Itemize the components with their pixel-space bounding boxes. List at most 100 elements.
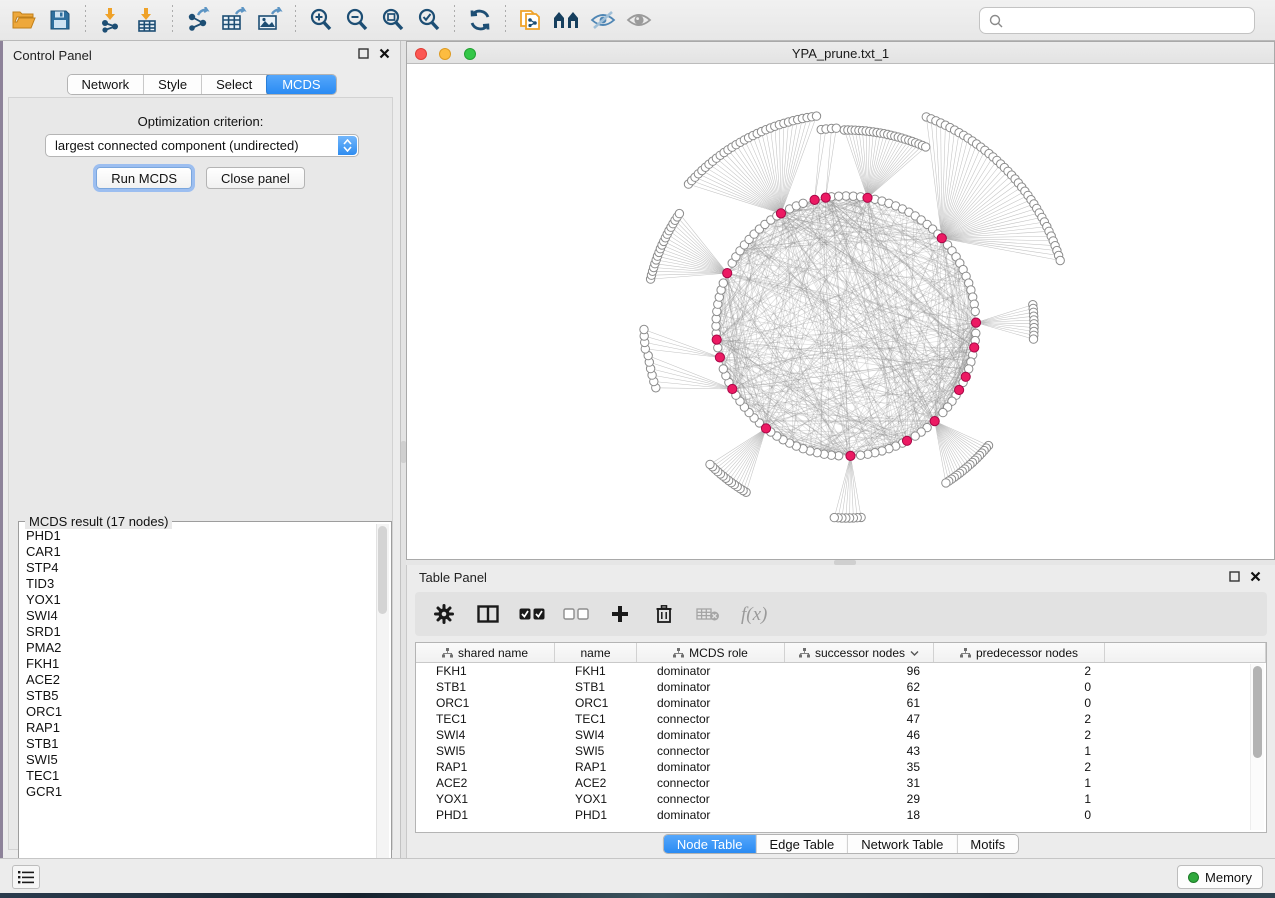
- table-row[interactable]: STB1STB1dominator620: [416, 679, 1266, 695]
- search-input[interactable]: [1004, 13, 1246, 28]
- cell-successor-nodes[interactable]: 29: [785, 791, 934, 807]
- cell-predecessor-nodes[interactable]: 0: [934, 679, 1105, 695]
- column-header-successor-nodes[interactable]: successor nodes: [785, 643, 934, 662]
- mcds-result-item[interactable]: TID3: [23, 576, 375, 592]
- cell-shared-name[interactable]: ACE2: [416, 775, 555, 791]
- cell-successor-nodes[interactable]: 43: [785, 743, 934, 759]
- tab-mcds[interactable]: MCDS: [266, 74, 336, 95]
- cell-shared-name[interactable]: TEC1: [416, 711, 555, 727]
- tab-network[interactable]: Network: [67, 75, 144, 94]
- cell-predecessor-nodes[interactable]: 0: [934, 695, 1105, 711]
- cell-shared-name[interactable]: STB1: [416, 679, 555, 695]
- apply-layout-button[interactable]: [462, 3, 498, 37]
- close-panel-icon[interactable]: [379, 48, 390, 59]
- mcds-result-item[interactable]: PMA2: [23, 640, 375, 656]
- cell-mcds-role[interactable]: dominator: [637, 727, 785, 743]
- export-network-button[interactable]: [180, 3, 216, 37]
- mcds-result-item[interactable]: STB5: [23, 688, 375, 704]
- import-network-file-button[interactable]: [93, 3, 129, 37]
- tab-network-table[interactable]: Network Table: [848, 835, 957, 853]
- cell-name[interactable]: YOX1: [555, 791, 637, 807]
- cell-successor-nodes[interactable]: 31: [785, 775, 934, 791]
- cell-shared-name[interactable]: FKH1: [416, 663, 555, 679]
- cell-mcds-role[interactable]: connector: [637, 791, 785, 807]
- cell-mcds-role[interactable]: connector: [637, 743, 785, 759]
- column-header-name[interactable]: name: [555, 643, 637, 662]
- select-all-checkboxes-button[interactable]: [517, 599, 547, 629]
- tab-node-table[interactable]: Node Table: [664, 835, 757, 853]
- export-image-button[interactable]: [252, 3, 288, 37]
- close-panel-button[interactable]: Close panel: [206, 167, 305, 189]
- cell-mcds-role[interactable]: dominator: [637, 679, 785, 695]
- cell-mcds-role[interactable]: connector: [637, 775, 785, 791]
- table-scrollbar[interactable]: [1250, 664, 1264, 830]
- cell-predecessor-nodes[interactable]: 2: [934, 759, 1105, 775]
- cell-name[interactable]: FKH1: [555, 663, 637, 679]
- table-row[interactable]: PHD1PHD1dominator180: [416, 807, 1266, 823]
- zoom-in-button[interactable]: [303, 3, 339, 37]
- cell-mcds-role[interactable]: dominator: [637, 807, 785, 823]
- table-row[interactable]: SWI5SWI5connector431: [416, 743, 1266, 759]
- cell-shared-name[interactable]: PHD1: [416, 807, 555, 823]
- mcds-result-item[interactable]: TEC1: [23, 768, 375, 784]
- mcds-result-item[interactable]: YOX1: [23, 592, 375, 608]
- cell-shared-name[interactable]: RAP1: [416, 759, 555, 775]
- delete-column-button[interactable]: [649, 599, 679, 629]
- cell-successor-nodes[interactable]: 62: [785, 679, 934, 695]
- zoom-out-button[interactable]: [339, 3, 375, 37]
- cell-successor-nodes[interactable]: 35: [785, 759, 934, 775]
- mcds-result-item[interactable]: CAR1: [23, 544, 375, 560]
- split-columns-button[interactable]: [473, 599, 503, 629]
- mcds-scrollbar-thumb[interactable]: [378, 526, 387, 614]
- float-panel-icon[interactable]: [358, 48, 369, 59]
- search-box[interactable]: [979, 7, 1255, 34]
- cell-successor-nodes[interactable]: 96: [785, 663, 934, 679]
- export-table-button[interactable]: [216, 3, 252, 37]
- cell-name[interactable]: STB1: [555, 679, 637, 695]
- float-panel-icon[interactable]: [1229, 571, 1240, 582]
- mcds-scrollbar[interactable]: [376, 524, 389, 891]
- first-neighbors-button[interactable]: [549, 3, 585, 37]
- mcds-result-item[interactable]: SWI4: [23, 608, 375, 624]
- mcds-result-item[interactable]: FKH1: [23, 656, 375, 672]
- mcds-result-item[interactable]: SWI5: [23, 752, 375, 768]
- table-row[interactable]: FKH1FKH1dominator962: [416, 663, 1266, 679]
- cell-successor-nodes[interactable]: 46: [785, 727, 934, 743]
- cell-successor-nodes[interactable]: 61: [785, 695, 934, 711]
- column-header-mcds-role[interactable]: MCDS role: [637, 643, 785, 662]
- cell-predecessor-nodes[interactable]: 1: [934, 775, 1105, 791]
- mcds-result-item[interactable]: ACE2: [23, 672, 375, 688]
- zoom-fit-button[interactable]: [375, 3, 411, 37]
- table-scrollbar-thumb[interactable]: [1253, 666, 1262, 758]
- table-row[interactable]: TEC1TEC1connector472: [416, 711, 1266, 727]
- table-row[interactable]: YOX1YOX1connector291: [416, 791, 1266, 807]
- save-session-button[interactable]: [42, 3, 78, 37]
- cell-name[interactable]: SWI4: [555, 727, 637, 743]
- cell-shared-name[interactable]: SWI4: [416, 727, 555, 743]
- add-column-button[interactable]: [605, 599, 635, 629]
- cell-mcds-role[interactable]: dominator: [637, 663, 785, 679]
- cell-predecessor-nodes[interactable]: 2: [934, 711, 1105, 727]
- network-file-button[interactable]: [513, 3, 549, 37]
- cell-name[interactable]: SWI5: [555, 743, 637, 759]
- table-settings-button[interactable]: [429, 599, 459, 629]
- cell-name[interactable]: ORC1: [555, 695, 637, 711]
- cell-shared-name[interactable]: YOX1: [416, 791, 555, 807]
- mcds-result-item[interactable]: ORC1: [23, 704, 375, 720]
- cell-predecessor-nodes[interactable]: 2: [934, 727, 1105, 743]
- cell-mcds-role[interactable]: connector: [637, 711, 785, 727]
- cell-predecessor-nodes[interactable]: 1: [934, 791, 1105, 807]
- mcds-result-item[interactable]: PHD1: [23, 528, 375, 544]
- tab-edge-table[interactable]: Edge Table: [756, 835, 848, 853]
- cell-name[interactable]: TEC1: [555, 711, 637, 727]
- cell-name[interactable]: ACE2: [555, 775, 637, 791]
- mcds-result-item[interactable]: GCR1: [23, 784, 375, 800]
- hide-selected-button[interactable]: [585, 3, 621, 37]
- optimization-criterion-select[interactable]: largest connected component (undirected): [45, 134, 359, 157]
- show-all-button[interactable]: [621, 3, 657, 37]
- table-row[interactable]: SWI4SWI4dominator462: [416, 727, 1266, 743]
- cell-mcds-role[interactable]: dominator: [637, 759, 785, 775]
- cell-name[interactable]: PHD1: [555, 807, 637, 823]
- cell-predecessor-nodes[interactable]: 2: [934, 663, 1105, 679]
- mcds-result-item[interactable]: STP4: [23, 560, 375, 576]
